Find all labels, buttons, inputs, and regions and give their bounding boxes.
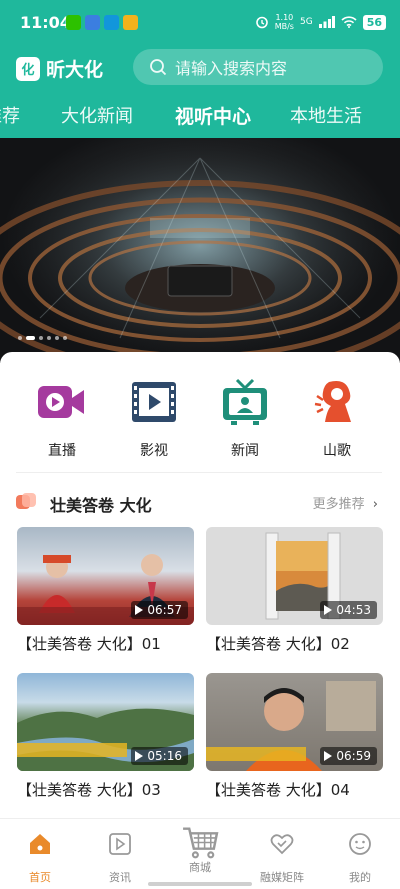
page-dot (55, 336, 59, 340)
network-type: 5G (299, 17, 313, 27)
video-card[interactable]: 04:53 【壮美答卷 大化】02 (206, 527, 383, 654)
film-icon (132, 382, 176, 422)
more-label: 更多推荐 (312, 497, 365, 512)
status-time: 11:04 (20, 13, 71, 32)
quick-link-label: 直播 (48, 443, 76, 459)
quick-link-news[interactable]: 新闻 (205, 376, 285, 460)
chevron-right-icon: › (372, 497, 378, 512)
more-recommend-link[interactable]: 更多推荐 › (313, 493, 378, 512)
nav-home[interactable]: 首页 (0, 831, 80, 885)
app-notification-icon (123, 15, 138, 30)
duration-badge: 06:57 (131, 601, 188, 619)
play-icon (135, 751, 144, 761)
search-placeholder: 请输入搜索内容 (175, 59, 288, 78)
duration-badge: 06:59 (320, 747, 377, 765)
bottom-navigation: 首页 资讯 商城 融媒矩阵 我的 (0, 818, 400, 889)
divider (16, 472, 382, 473)
nav-label: 商城 (189, 861, 211, 874)
video-thumbnail: 04:53 (206, 527, 383, 625)
play-icon (324, 751, 333, 761)
page-dot (63, 336, 67, 340)
video-card[interactable]: 06:57 【壮美答卷 大化】01 (17, 527, 194, 654)
video-thumbnail: 06:59 (206, 673, 383, 771)
net-speed: 1.10 MB/s (274, 13, 294, 31)
status-bar: 11:04 1.10 MB/s 5G 56 (0, 0, 400, 44)
section-mark-icon (16, 493, 36, 509)
quick-link-label: 影视 (140, 443, 168, 459)
nav-label: 我的 (349, 871, 371, 884)
nav-profile[interactable]: 我的 (320, 831, 400, 885)
search-input[interactable]: 请输入搜索内容 (133, 49, 383, 85)
quick-link-label: 山歌 (323, 443, 351, 459)
page-dot (39, 336, 43, 340)
video-camera-icon (38, 386, 84, 418)
notification-icons (66, 15, 138, 30)
video-title: 【壮美答卷 大化】02 (206, 635, 350, 653)
app-header: 11:04 1.10 MB/s 5G 56 化 昕大化 请输入搜索内容 推荐 大… (0, 0, 400, 138)
hero-banner[interactable] (0, 138, 400, 363)
wechat-icon (66, 15, 81, 30)
alarm-icon (255, 16, 268, 29)
app-notification-icon (85, 15, 100, 30)
page-dot (47, 336, 51, 340)
play-icon (324, 605, 333, 615)
cart-icon (183, 827, 219, 859)
quick-link-folk-songs[interactable]: 山歌 (297, 376, 377, 460)
duration-badge: 04:53 (320, 601, 377, 619)
logo-mark: 化 (16, 56, 40, 81)
quick-link-label: 新闻 (231, 443, 259, 459)
signal-icon (318, 16, 335, 28)
video-title: 【壮美答卷 大化】04 (206, 781, 350, 799)
video-card[interactable]: 06:59 【壮美答卷 大化】04 (206, 673, 383, 800)
page-dot-active (26, 336, 35, 340)
nav-label: 融媒矩阵 (260, 871, 304, 884)
app-notification-icon (104, 15, 119, 30)
app-logo: 化 昕大化 (16, 55, 103, 82)
concert-hall-image (0, 138, 400, 363)
video-title: 【壮美答卷 大化】03 (17, 781, 161, 799)
duration-badge: 05:16 (131, 747, 188, 765)
tab-av-center[interactable]: 视听中心 (175, 102, 251, 129)
video-card[interactable]: 05:16 【壮美答卷 大化】03 (17, 673, 194, 800)
play-icon (135, 605, 144, 615)
main-content: 直播 影视 新闻 山歌 壮美答卷 大化 更多推荐 › 06:57 【壮美答卷 大… (0, 352, 400, 812)
quick-link-film[interactable]: 影视 (114, 376, 194, 460)
nav-info[interactable]: 资讯 (80, 831, 160, 885)
video-title: 【壮美答卷 大化】01 (17, 635, 161, 653)
search-icon (150, 59, 167, 76)
section-header: 壮美答卷 大化 更多推荐 › (16, 490, 382, 515)
banner-pagination (18, 336, 67, 340)
category-tabs: 推荐 大化新闻 视听中心 本地生活 (0, 98, 400, 132)
heart-link-icon (270, 834, 294, 855)
video-thumbnail: 06:57 (17, 527, 194, 625)
home-indicator[interactable] (148, 882, 252, 886)
tab-recommend[interactable]: 推荐 (0, 102, 20, 128)
quick-link-live[interactable]: 直播 (22, 376, 102, 460)
wifi-icon (341, 16, 357, 28)
section-title: 壮美答卷 大化 (50, 496, 152, 515)
video-thumbnail: 05:16 (17, 673, 194, 771)
app-name: 昕大化 (46, 59, 104, 81)
play-square-icon (109, 833, 131, 855)
battery-icon: 56 (362, 14, 386, 30)
tv-news-icon (223, 378, 267, 425)
page-dot (18, 336, 22, 340)
tab-local-life[interactable]: 本地生活 (290, 102, 362, 128)
nav-label: 首页 (29, 871, 51, 884)
tab-dahua-news[interactable]: 大化新闻 (61, 102, 133, 128)
status-indicators: 1.10 MB/s 5G 56 (255, 13, 386, 31)
nav-mall[interactable]: 商城 (160, 827, 240, 875)
singer-icon (314, 381, 351, 422)
home-icon (30, 834, 50, 854)
nav-media-matrix[interactable]: 融媒矩阵 (242, 831, 322, 885)
smile-icon (349, 833, 371, 855)
